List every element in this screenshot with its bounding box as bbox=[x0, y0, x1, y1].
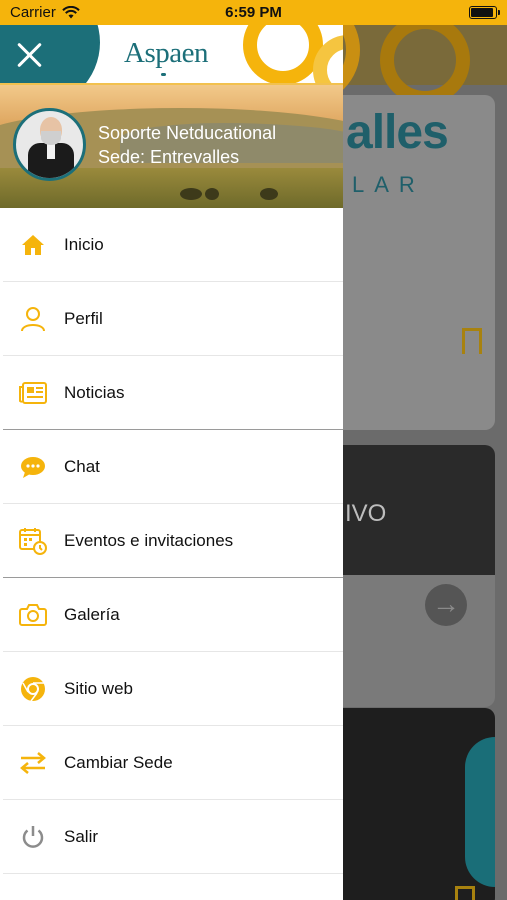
menu-item-cambiar-sede[interactable]: Cambiar Sede bbox=[0, 726, 343, 800]
bookmark-icon bbox=[462, 328, 482, 354]
power-icon bbox=[17, 821, 49, 853]
menu-label: Noticias bbox=[64, 383, 125, 402]
status-bar: Carrier 6:59 PM bbox=[0, 0, 507, 25]
background-card-text: IVO bbox=[345, 500, 387, 527]
menu-item-sitio-web[interactable]: Sitio web bbox=[0, 652, 343, 726]
user-icon bbox=[17, 303, 49, 335]
menu-label: Perfil bbox=[64, 309, 103, 328]
background-card-accent bbox=[465, 737, 495, 887]
newspaper-icon bbox=[17, 377, 49, 409]
avatar[interactable] bbox=[13, 108, 86, 181]
menu-item-chat[interactable]: Chat bbox=[0, 430, 343, 504]
header-decoration bbox=[243, 25, 323, 83]
menu-item-eventos[interactable]: Eventos e invitaciones bbox=[0, 504, 343, 578]
arrow-right-icon: → bbox=[425, 584, 467, 626]
swap-arrows-icon bbox=[17, 747, 49, 779]
drawer-header: Aspaen bbox=[0, 25, 343, 85]
avatar-figure bbox=[47, 143, 55, 159]
menu-label: Inicio bbox=[64, 235, 104, 254]
background-brand-text: alles bbox=[346, 106, 449, 159]
background-header-ring bbox=[380, 25, 470, 105]
chat-bubble-icon bbox=[17, 451, 49, 483]
status-left: Carrier bbox=[10, 4, 80, 21]
camera-icon bbox=[17, 599, 49, 631]
menu-label: Eventos e invitaciones bbox=[64, 531, 234, 550]
profile-name: Soporte Netducational bbox=[98, 123, 277, 143]
bookmark-icon bbox=[455, 886, 475, 900]
menu-item-inicio[interactable]: Inicio bbox=[0, 208, 343, 282]
banner-tree bbox=[180, 188, 202, 200]
navigation-drawer: Aspaen Soporte Netducational Sede: Entre… bbox=[0, 25, 343, 900]
background-brand-subtext: LAR bbox=[352, 172, 425, 197]
avatar-figure bbox=[41, 131, 61, 145]
logo-mark bbox=[161, 73, 166, 76]
carrier-label: Carrier bbox=[10, 4, 56, 21]
menu-label: Chat bbox=[64, 457, 100, 476]
menu-label: Galería bbox=[64, 605, 120, 624]
menu-item-noticias[interactable]: Noticias bbox=[0, 356, 343, 430]
drawer-menu: Inicio Perfil Noticias Chat Eventos e in… bbox=[0, 208, 343, 874]
profile-sede: Sede: Entrevalles bbox=[98, 147, 240, 167]
banner-tree bbox=[260, 188, 278, 200]
wifi-icon bbox=[62, 6, 80, 19]
menu-item-salir[interactable]: Salir bbox=[0, 800, 343, 874]
profile-banner: Soporte Netducational Sede: Entrevalles bbox=[0, 85, 343, 208]
home-icon bbox=[17, 229, 49, 261]
aspaen-logo: Aspaen bbox=[124, 37, 208, 69]
header-decoration bbox=[0, 25, 100, 83]
menu-label: Sitio web bbox=[64, 679, 133, 698]
menu-label: Salir bbox=[64, 827, 99, 846]
menu-item-perfil[interactable]: Perfil bbox=[0, 282, 343, 356]
banner-tree bbox=[205, 188, 219, 200]
battery-fill bbox=[471, 8, 493, 17]
calendar-clock-icon bbox=[17, 525, 49, 557]
menu-label: Cambiar Sede bbox=[64, 753, 173, 772]
battery-icon bbox=[469, 6, 500, 19]
close-icon[interactable] bbox=[16, 41, 44, 69]
chrome-icon bbox=[17, 673, 49, 705]
menu-item-galeria[interactable]: Galería bbox=[0, 578, 343, 652]
